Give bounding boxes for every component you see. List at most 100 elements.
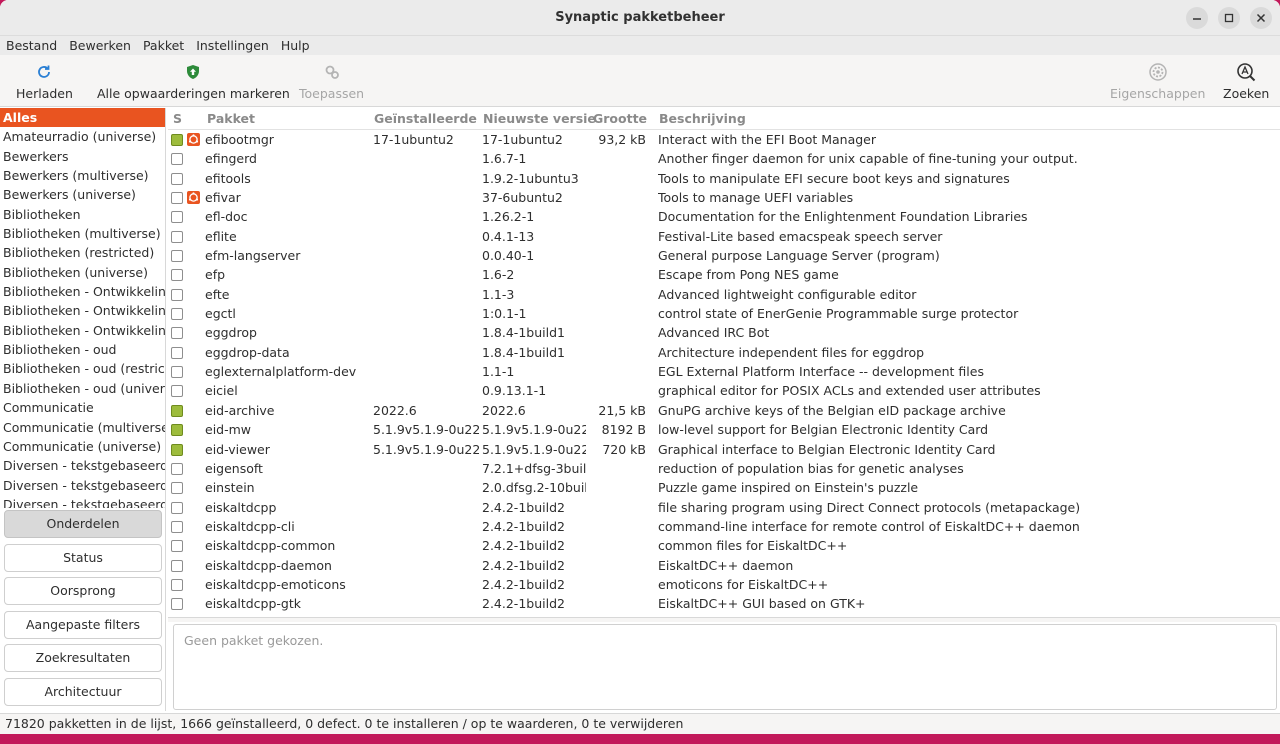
category-item[interactable]: Bibliotheken - oud (universe): [0, 379, 165, 398]
table-row[interactable]: eglexternalplatform-dev 1.1-1 EGL External…: [168, 362, 1280, 381]
column-s[interactable]: S: [173, 111, 182, 126]
table-row[interactable]: eiskaltdcpp-emoticons 2.4.2-1build2 emotic…: [168, 575, 1280, 594]
package-status-checkbox[interactable]: [171, 153, 183, 166]
reload-button[interactable]: Herladen: [16, 61, 73, 101]
filter-sections-button[interactable]: Onderdelen: [4, 510, 162, 538]
category-item[interactable]: Bewerkers (universe): [0, 185, 165, 204]
table-row[interactable]: eid-archive 2022.6 2022.6 21,5 kB GnuPG arch…: [168, 401, 1280, 420]
package-name: efp: [205, 267, 226, 283]
package-status-checkbox[interactable]: [171, 578, 183, 591]
table-row[interactable]: eid-mw 5.1.9v5.1.9-0u22045.1.9v5.1.9-0u22…: [168, 420, 1280, 439]
table-row[interactable]: efivar 37-6ubuntu2 Tools to manage UEFI va…: [168, 188, 1280, 207]
package-description: command-line interface for remote contro…: [658, 518, 1080, 534]
package-status-checkbox[interactable]: [171, 327, 183, 340]
minimize-button[interactable]: [1186, 7, 1208, 29]
category-item[interactable]: Bibliotheken (restricted): [0, 243, 165, 262]
package-status-checkbox[interactable]: [171, 250, 183, 263]
search-button[interactable]: Zoeken: [1223, 61, 1269, 101]
package-status-checkbox[interactable]: [171, 404, 183, 417]
category-item[interactable]: Communicatie (multiverse): [0, 418, 165, 437]
table-row[interactable]: eiskaltdcpp-gtk 2.4.2-1build2 EiskaltDC++ …: [168, 594, 1280, 613]
package-status-checkbox[interactable]: [171, 346, 183, 359]
category-item-alles[interactable]: Alles: [0, 108, 165, 128]
category-item[interactable]: Bibliotheken (multiverse): [0, 224, 165, 243]
category-item[interactable]: Bibliotheken - Ontwikkeling (universe): [0, 321, 165, 340]
package-status-checkbox[interactable]: [171, 288, 183, 301]
maximize-button[interactable]: [1218, 7, 1240, 29]
package-status-checkbox[interactable]: [171, 134, 183, 146]
table-row[interactable]: eid-viewer 5.1.9v5.1.9-0u22045.1.9v5.1.9-…: [168, 440, 1280, 459]
package-status-checkbox[interactable]: [171, 385, 183, 398]
column-latest[interactable]: Nieuwste versie: [483, 111, 596, 126]
filter-status-button[interactable]: Status: [4, 543, 162, 572]
table-row[interactable]: efp 1.6-2 Escape from Pong NES game: [168, 265, 1280, 284]
package-status-checkbox[interactable]: [171, 598, 183, 611]
category-item[interactable]: Bibliotheken - oud: [0, 340, 165, 359]
table-row[interactable]: eggdrop 1.8.4-1build1 Advanced IRC Bot: [168, 323, 1280, 342]
menu-pakket[interactable]: Pakket: [137, 38, 190, 53]
package-status-checkbox[interactable]: [171, 269, 183, 282]
package-status-checkbox[interactable]: [171, 443, 183, 456]
package-status-checkbox[interactable]: [171, 501, 183, 514]
filter-search-results-button[interactable]: Zoekresultaten: [4, 644, 162, 673]
category-item[interactable]: Diversen - tekstgebaseerd (restricted): [0, 495, 165, 508]
table-row[interactable]: eiskaltdcpp-cli 2.4.2-1build2 command-line…: [168, 517, 1280, 536]
properties-button[interactable]: Eigenschappen: [1110, 61, 1205, 101]
category-item[interactable]: Diversen - tekstgebaseerd: [0, 456, 165, 475]
category-item[interactable]: Communicatie (universe): [0, 437, 165, 456]
package-status-checkbox[interactable]: [171, 308, 183, 321]
table-row[interactable]: efitools 1.9.2-1ubuntu3 Tools to manipulat…: [168, 169, 1280, 188]
table-row[interactable]: efingerd 1.6.7-1 Another finger daemon for…: [168, 149, 1280, 168]
table-row[interactable]: egctl 1:0.1-1 control state of EnerGenie P…: [168, 304, 1280, 323]
table-row[interactable]: efibootmgr 17-1ubuntu2 17-1ubuntu2 93,2 kB I…: [168, 130, 1280, 149]
package-status-checkbox[interactable]: [171, 540, 183, 553]
column-description[interactable]: Beschrijving: [659, 111, 746, 126]
menu-instellingen[interactable]: Instellingen: [190, 38, 275, 53]
table-row[interactable]: efl-doc 1.26.2-1 Documentation for the Enl…: [168, 207, 1280, 226]
table-row[interactable]: eiciel 0.9.13.1-1 graphical editor for POS…: [168, 381, 1280, 400]
menu-bestand[interactable]: Bestand: [0, 38, 63, 53]
package-status-checkbox[interactable]: [171, 230, 183, 243]
category-item[interactable]: Bibliotheken: [0, 205, 165, 224]
package-status-checkbox[interactable]: [171, 520, 183, 533]
close-button[interactable]: [1250, 7, 1272, 29]
table-row[interactable]: efm-langserver 0.0.40-1 General purpose La…: [168, 246, 1280, 265]
package-status-checkbox[interactable]: [171, 424, 183, 437]
package-status-checkbox[interactable]: [171, 462, 183, 475]
category-item[interactable]: Amateurradio (universe): [0, 127, 165, 146]
category-item[interactable]: Bibliotheken - Ontwikkeling: [0, 282, 165, 301]
column-size[interactable]: Grootte: [593, 111, 647, 126]
table-row[interactable]: efte 1.1-3 Advanced lightweight configurab…: [168, 285, 1280, 304]
table-row[interactable]: eiskaltdcpp-daemon 2.4.2-1build2 EiskaltDC…: [168, 556, 1280, 575]
menu-hulp[interactable]: Hulp: [275, 38, 316, 53]
table-row[interactable]: eiskaltdcpp 2.4.2-1build2 file sharing pro…: [168, 498, 1280, 517]
table-row[interactable]: eigensoft 7.2.1+dfsg-3build1 reduction of …: [168, 459, 1280, 478]
filter-origin-button[interactable]: Oorsprong: [4, 577, 162, 606]
category-item[interactable]: Bibliotheken - oud (restricted): [0, 359, 165, 378]
package-status-checkbox[interactable]: [171, 366, 183, 379]
category-item[interactable]: Bibliotheken - Ontwikkeling (multiverse): [0, 301, 165, 320]
menu-bewerken[interactable]: Bewerken: [63, 38, 137, 53]
category-item[interactable]: Diversen - tekstgebaseerd (multiverse): [0, 476, 165, 495]
package-status-checkbox[interactable]: [171, 482, 183, 495]
table-row[interactable]: einstein 2.0.dfsg.2-10build1 Puzzle game i…: [168, 478, 1280, 497]
details-placeholder: Geen pakket gekozen.: [184, 633, 324, 648]
filter-architecture-button[interactable]: Architectuur: [4, 677, 162, 706]
table-row[interactable]: eggdrop-data 1.8.4-1build1 Architecture in…: [168, 343, 1280, 362]
filter-custom-button[interactable]: Aangepaste filters: [4, 610, 162, 639]
apply-button[interactable]: Toepassen: [299, 61, 364, 101]
package-status-checkbox[interactable]: [171, 192, 183, 205]
package-status-checkbox[interactable]: [171, 211, 183, 224]
category-item[interactable]: Bewerkers: [0, 147, 165, 166]
table-row[interactable]: eflite 0.4.1-13 Festival-Lite based emacsp…: [168, 227, 1280, 246]
column-installed[interactable]: Geïnstalleerde versie: [374, 111, 480, 126]
pane-separator[interactable]: [168, 617, 1280, 622]
table-row[interactable]: eiskaltdcpp-common 2.4.2-1build2 common fi…: [168, 536, 1280, 555]
category-item[interactable]: Bewerkers (multiverse): [0, 166, 165, 185]
package-status-checkbox[interactable]: [171, 559, 183, 572]
mark-upgrades-button[interactable]: Alle opwaarderingen markeren: [97, 61, 290, 101]
category-item[interactable]: Bibliotheken (universe): [0, 263, 165, 282]
category-item[interactable]: Communicatie: [0, 398, 165, 417]
column-package[interactable]: Pakket: [207, 111, 255, 126]
package-status-checkbox[interactable]: [171, 172, 183, 185]
